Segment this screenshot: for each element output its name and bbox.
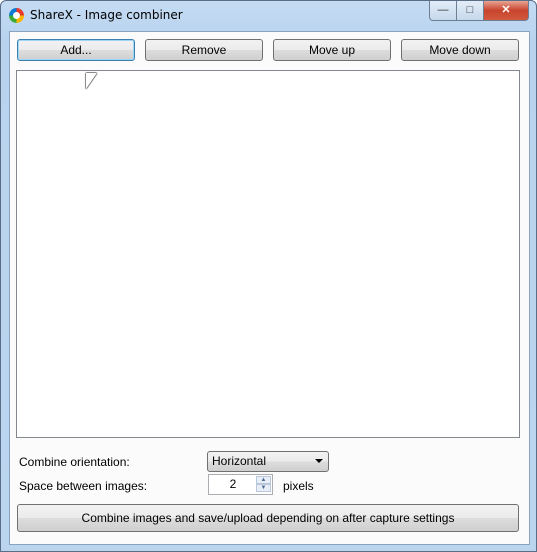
space-unit-label: pixels <box>283 479 314 493</box>
space-label: Space between images: <box>19 479 148 493</box>
space-value[interactable]: 2 <box>209 477 257 491</box>
mouse-cursor-icon <box>86 73 97 89</box>
chevron-down-icon <box>315 459 323 463</box>
move-down-button[interactable]: Move down <box>401 39 519 61</box>
spin-down-icon[interactable]: ▼ <box>256 484 271 492</box>
image-list[interactable] <box>16 70 520 438</box>
sharex-logo-icon <box>9 8 24 23</box>
space-stepper[interactable]: 2 ▲ ▼ <box>208 474 273 495</box>
spin-up-icon[interactable]: ▲ <box>256 476 271 484</box>
orientation-label: Combine orientation: <box>19 455 130 469</box>
remove-button[interactable]: Remove <box>145 39 263 61</box>
orientation-value: Horizontal <box>212 454 267 468</box>
orientation-select[interactable]: Horizontal <box>207 451 329 472</box>
maximize-button[interactable]: □ <box>456 1 484 21</box>
add-button[interactable]: Add... <box>17 39 135 61</box>
close-button[interactable]: ✕ <box>483 1 529 21</box>
minimize-button[interactable]: — <box>429 1 457 21</box>
combine-button[interactable]: Combine images and save/upload depending… <box>17 504 519 532</box>
move-up-button[interactable]: Move up <box>273 39 391 61</box>
window-title: ShareX - Image combiner <box>30 8 183 22</box>
